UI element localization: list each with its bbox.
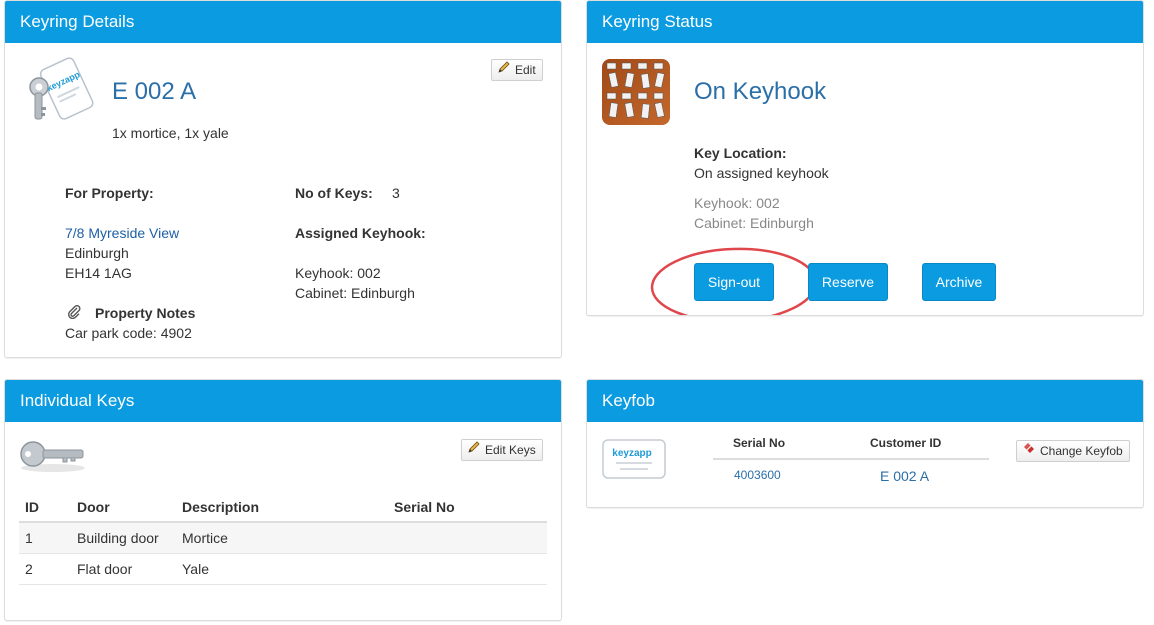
paperclip-icon — [67, 304, 81, 322]
individual-keys-heading: Individual Keys — [5, 380, 561, 422]
keyring-icon: keyzapp — [19, 57, 97, 125]
individual-keys-panel: Individual Keys Edit Keys ID Door Descri… — [4, 379, 562, 621]
table-row: 2 Flat door Yale — [19, 553, 547, 585]
pencil-icon — [497, 60, 511, 80]
for-property-label: For Property: — [65, 185, 154, 201]
edit-button[interactable]: Edit — [491, 59, 543, 81]
archive-button[interactable]: Archive — [922, 263, 996, 301]
pencil-icon — [467, 440, 481, 460]
key-id: 2 — [19, 553, 71, 585]
assigned-keyhook: Keyhook: 002 — [295, 265, 381, 281]
keyring-status-heading: Keyring Status — [587, 1, 1143, 43]
keyring-details-panel: Keyring Details keyzapp E 002 A 1x morti… — [4, 0, 562, 358]
keyfob-panel: Keyfob keyzapp Serial No Customer ID 400… — [586, 379, 1144, 508]
no-of-keys-label: No of Keys: — [295, 185, 373, 201]
edit-keys-label: Edit Keys — [485, 443, 536, 457]
keyring-details-heading: Keyring Details — [5, 1, 561, 43]
assigned-cabinet: Cabinet: Edinburgh — [295, 285, 415, 301]
col-description: Description — [176, 492, 388, 523]
keys-table-header: ID Door Description Serial No — [19, 492, 547, 523]
status-keyhook: Keyhook: 002 — [694, 195, 780, 211]
key-location-value: On assigned keyhook — [694, 165, 829, 181]
change-keyfob-label: Change Keyfob — [1040, 444, 1123, 458]
key-serial — [388, 522, 547, 554]
edit-keys-button[interactable]: Edit Keys — [461, 439, 543, 461]
key-serial — [388, 553, 547, 585]
property-notes-value: Car park code: 4902 — [65, 325, 192, 341]
keys-table: ID Door Description Serial No 1 Building… — [19, 492, 547, 585]
col-serial: Serial No — [388, 492, 547, 523]
keyfob-tag-image: keyzapp — [602, 438, 666, 480]
keyfob-heading: Keyfob — [587, 380, 1143, 422]
property-address-link[interactable]: 7/8 Myreside View — [65, 225, 179, 241]
key-icon — [19, 438, 87, 474]
reserve-button[interactable]: Reserve — [808, 263, 888, 301]
key-door: Flat door — [71, 553, 176, 585]
key-description: Mortice — [176, 522, 388, 554]
key-description: Yale — [176, 553, 388, 585]
change-keyfob-button[interactable]: Change Keyfob — [1016, 440, 1130, 462]
property-city: Edinburgh — [65, 245, 129, 261]
keyring-status-panel: Keyring Status On Keyhook Key Location: … — [586, 0, 1144, 316]
edit-button-label: Edit — [515, 63, 536, 77]
highlight-ellipse — [638, 247, 818, 315]
no-of-keys-value: 3 — [392, 185, 400, 201]
col-id: ID — [19, 492, 71, 523]
key-door: Building door — [71, 522, 176, 554]
property-notes-label: Property Notes — [95, 305, 196, 321]
keys-summary: 1x mortice, 1x yale — [112, 125, 229, 141]
status-cabinet: Cabinet: Edinburgh — [694, 215, 814, 231]
keyfob-brand: keyzapp — [612, 448, 651, 459]
assigned-keyhook-label: Assigned Keyhook: — [295, 225, 426, 241]
col-door: Door — [71, 492, 176, 523]
keyfob-serial-value: 4003600 — [734, 468, 781, 482]
keyfob-customer-value: E 002 A — [880, 468, 930, 484]
key-location-label: Key Location: — [694, 145, 787, 161]
property-postcode: EH14 1AG — [65, 265, 132, 281]
status-state: On Keyhook — [694, 78, 827, 105]
broken-link-icon — [1022, 441, 1036, 461]
keyring-name: E 002 A — [112, 78, 197, 105]
keyfob-table-divider — [713, 458, 989, 460]
keyhook-cabinet-photo — [602, 59, 670, 125]
table-row: 1 Building door Mortice — [19, 522, 547, 554]
serial-no-label: Serial No — [733, 436, 786, 450]
key-id: 1 — [19, 522, 71, 554]
customer-id-label: Customer ID — [870, 436, 942, 450]
